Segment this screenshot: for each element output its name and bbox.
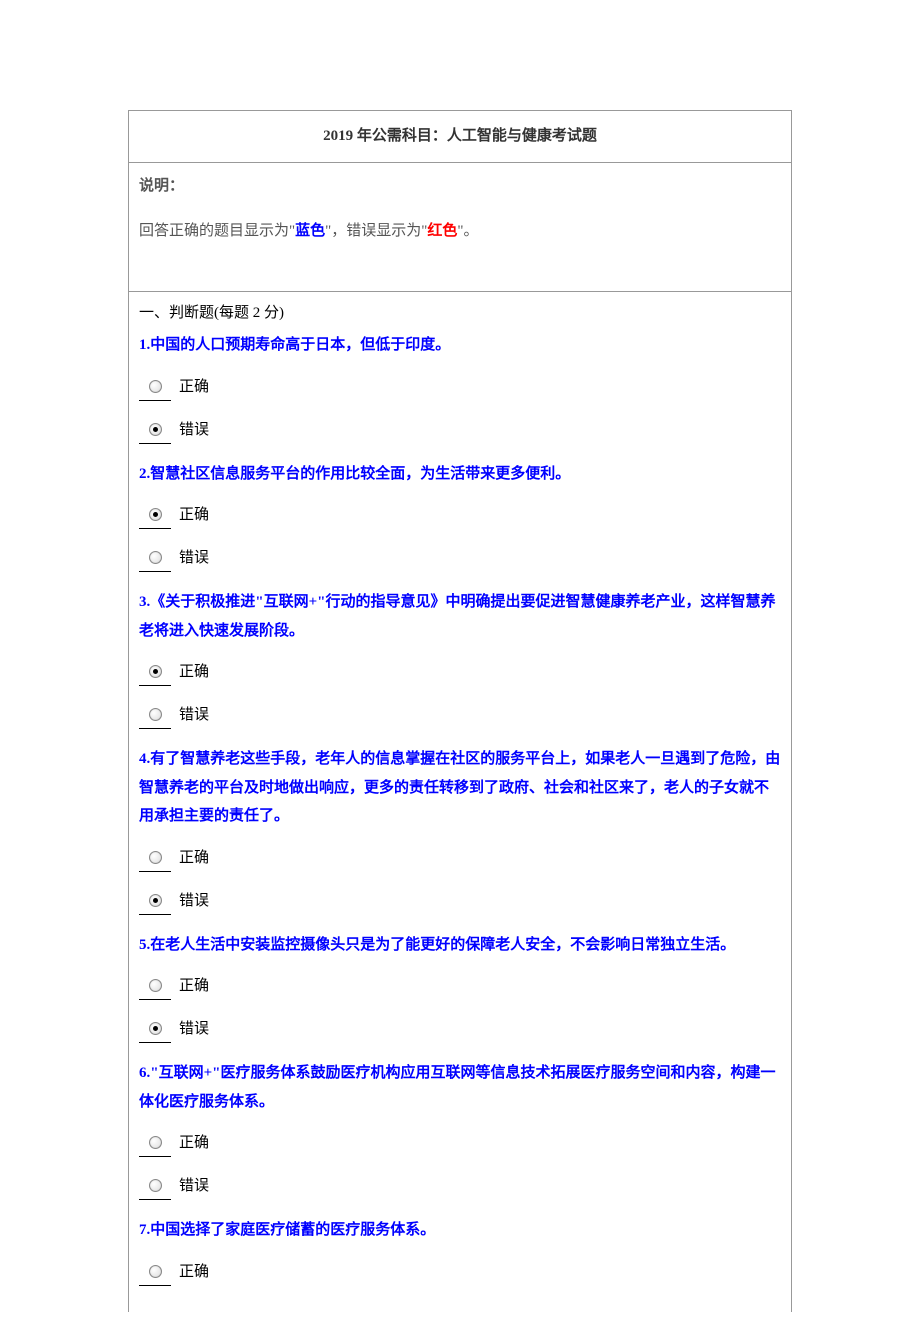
question-text: 4.有了智慧养老这些手段，老年人的信息掌握在社区的服务平台上，如果老人一旦遇到了… <box>139 745 781 831</box>
option-correct[interactable]: 正确 <box>139 1130 781 1157</box>
option-label: 错误 <box>179 545 209 572</box>
section-header: 一、判断题(每题 2 分) <box>139 300 781 327</box>
radio-icon[interactable] <box>139 380 171 401</box>
radio-icon[interactable] <box>139 1179 171 1200</box>
questions-section: 一、判断题(每题 2 分) 1.中国的人口预期寿命高于日本，但低于印度。正确错误… <box>129 292 791 1312</box>
radio-icon[interactable] <box>139 979 171 1000</box>
question-text: 7.中国选择了家庭医疗储蓄的医疗服务体系。 <box>139 1216 781 1245</box>
option-label: 正确 <box>179 659 209 686</box>
option-label: 正确 <box>179 845 209 872</box>
option-label: 错误 <box>179 1173 209 1200</box>
option-label: 正确 <box>179 374 209 401</box>
question-text: 5.在老人生活中安装监控摄像头只是为了能更好的保障老人安全，不会影响日常独立生活… <box>139 931 781 960</box>
option-label: 错误 <box>179 1016 209 1043</box>
option-label: 错误 <box>179 702 209 729</box>
radio-icon[interactable] <box>139 708 171 729</box>
radio-icon[interactable] <box>139 665 171 686</box>
red-marker: 红色 <box>427 223 457 239</box>
option-label: 正确 <box>179 1259 209 1286</box>
instruction-text: 回答正确的题目显示为"蓝色"，错误显示为"红色"。 <box>139 218 781 245</box>
radio-icon[interactable] <box>139 508 171 529</box>
radio-icon[interactable] <box>139 551 171 572</box>
option-correct[interactable]: 正确 <box>139 502 781 529</box>
question-text: 2.智慧社区信息服务平台的作用比较全面，为生活带来更多便利。 <box>139 460 781 489</box>
radio-icon[interactable] <box>139 1022 171 1043</box>
exam-container: 2019 年公需科目：人工智能与健康考试题 说明： 回答正确的题目显示为"蓝色"… <box>128 110 792 1312</box>
option-label: 正确 <box>179 973 209 1000</box>
question-text: 3.《关于积极推进"互联网+"行动的指导意见》中明确提出要促进智慧健康养老产业，… <box>139 588 781 645</box>
page-title: 2019 年公需科目：人工智能与健康考试题 <box>129 111 791 163</box>
option-label: 错误 <box>179 417 209 444</box>
radio-icon[interactable] <box>139 851 171 872</box>
option-wrong[interactable]: 错误 <box>139 417 781 444</box>
option-label: 错误 <box>179 888 209 915</box>
option-wrong[interactable]: 错误 <box>139 1173 781 1200</box>
instruction-label: 说明： <box>139 173 781 200</box>
option-wrong[interactable]: 错误 <box>139 1016 781 1043</box>
option-correct[interactable]: 正确 <box>139 973 781 1000</box>
option-label: 正确 <box>179 502 209 529</box>
question-text: 1.中国的人口预期寿命高于日本，但低于印度。 <box>139 331 781 360</box>
option-correct[interactable]: 正确 <box>139 374 781 401</box>
blue-marker: 蓝色 <box>295 223 325 239</box>
option-wrong[interactable]: 错误 <box>139 702 781 729</box>
question-text: 6."互联网+"医疗服务体系鼓励医疗机构应用互联网等信息技术拓展医疗服务空间和内… <box>139 1059 781 1116</box>
option-label: 正确 <box>179 1130 209 1157</box>
instruction-block: 说明： 回答正确的题目显示为"蓝色"，错误显示为"红色"。 <box>129 163 791 292</box>
option-correct[interactable]: 正确 <box>139 659 781 686</box>
radio-icon[interactable] <box>139 1136 171 1157</box>
radio-icon[interactable] <box>139 894 171 915</box>
radio-icon[interactable] <box>139 423 171 444</box>
option-wrong[interactable]: 错误 <box>139 545 781 572</box>
option-correct[interactable]: 正确 <box>139 845 781 872</box>
radio-icon[interactable] <box>139 1265 171 1286</box>
option-wrong[interactable]: 错误 <box>139 888 781 915</box>
option-correct[interactable]: 正确 <box>139 1259 781 1286</box>
